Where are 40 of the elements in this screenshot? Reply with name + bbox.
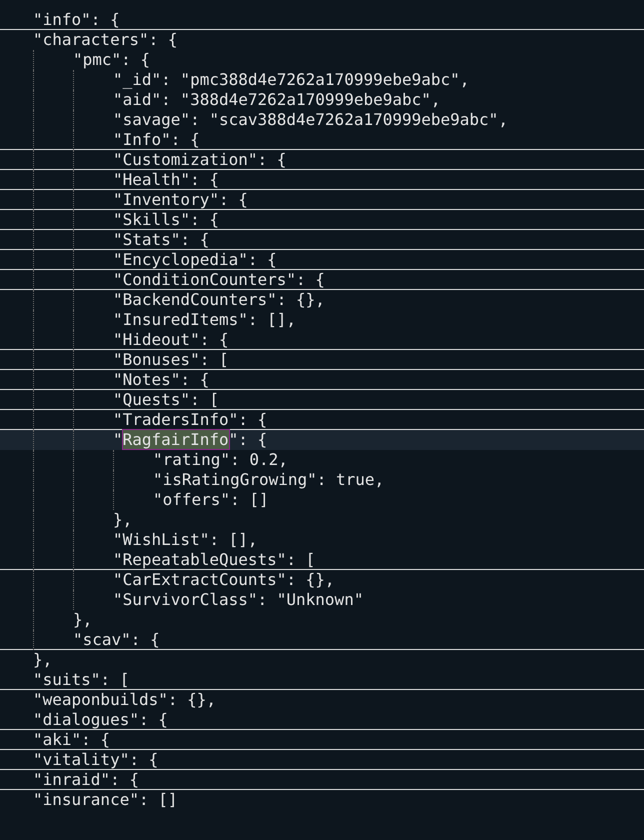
code-line: },	[33, 651, 52, 669]
code-line: "suits": [	[33, 670, 130, 688]
code-line: "offers": []	[153, 491, 269, 509]
code-line: "CarExtractCounts": {},	[113, 571, 335, 589]
code-line: "InsuredItems": [],	[113, 311, 296, 329]
code-line: "isRatingGrowing": true,	[153, 471, 384, 489]
code-line: "aki": {	[33, 730, 110, 748]
code-line: "Encyclopedia": {	[113, 250, 277, 268]
code-line: "characters": {	[33, 31, 178, 49]
code-line: },	[73, 611, 92, 629]
code-line: "Stats": {	[113, 230, 210, 248]
code-line: "insurance": []	[33, 791, 178, 809]
code-line: "dialogues": {	[33, 710, 168, 728]
code-line: "Quests": [	[113, 390, 219, 408]
code-line: "_id": "pmc388d4e7262a170999ebe9abc",	[113, 71, 470, 89]
code-line: "TradersInfo": {	[113, 410, 268, 428]
code-line: "RagfairInfo": {	[113, 431, 268, 449]
code-line: "BackendCounters": {},	[113, 291, 325, 309]
code-line: "ConditionCounters": {	[113, 270, 325, 288]
code-line: "Skills": {	[113, 210, 219, 228]
code-line: "aid": "388d4e7262a170999ebe9abc",	[113, 91, 441, 109]
code-line: "Health": {	[113, 170, 219, 188]
code-line: "inraid": {	[33, 770, 139, 788]
code-line: "RepeatableQuests": [	[113, 550, 316, 568]
code-line: "rating": 0.2,	[153, 451, 288, 469]
code-line: "Hideout": {	[113, 330, 229, 348]
code-line: "Customization": {	[113, 150, 286, 168]
code-line: "vitality": {	[33, 750, 158, 768]
code-line: },	[113, 511, 132, 529]
code-line: "Inventory": {	[113, 190, 248, 208]
code-line: "WishList": [],	[113, 531, 258, 549]
code-line: "savage": "scav388d4e7262a170999ebe9abc",	[113, 111, 508, 129]
code-line: "Bonuses": [	[113, 350, 229, 368]
code-line: "info": {	[33, 10, 120, 28]
code-line: "pmc": {	[73, 51, 150, 69]
code-line: "weaponbuilds": {},	[33, 691, 216, 709]
code-line: "SurvivorClass": "Unknown"	[113, 591, 364, 609]
code-line: "Notes": {	[113, 370, 210, 388]
code-line: "scav": {	[73, 630, 160, 648]
code-line: "Info": {	[113, 130, 200, 148]
